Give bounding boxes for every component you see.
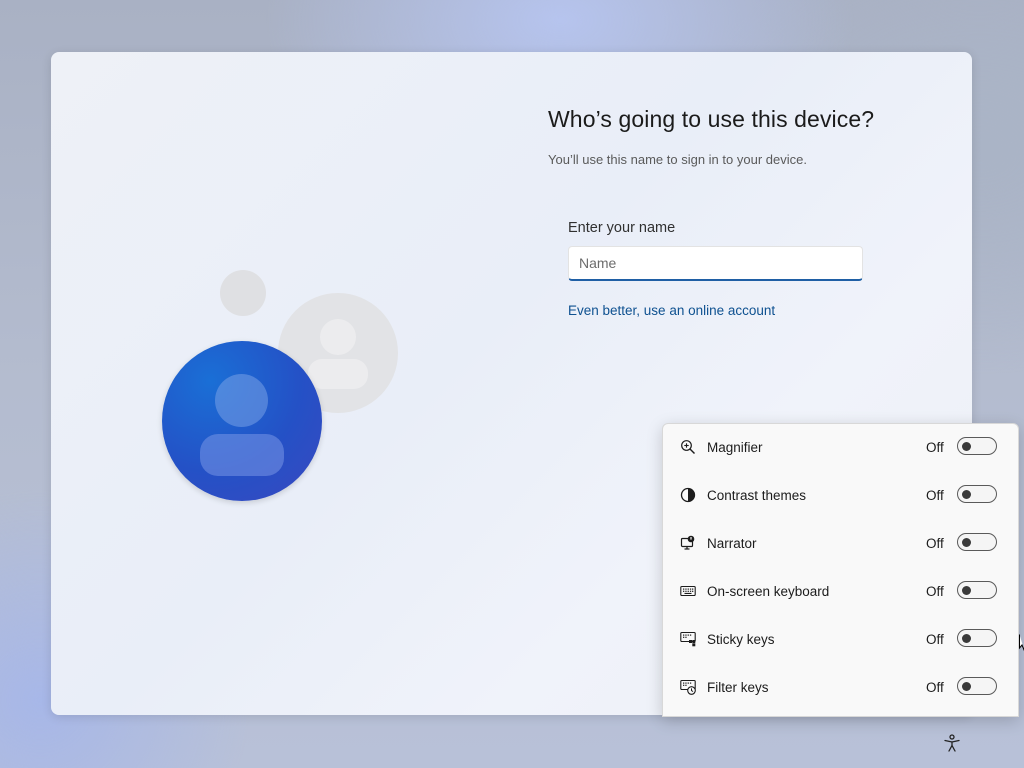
- flyout-item-filter-keys[interactable]: Filter keys Off: [663, 664, 1020, 712]
- page-subtitle: You’ll use this name to sign in to your …: [548, 152, 807, 167]
- toggle-knob: [962, 441, 971, 451]
- flyout-item-label: Narrator: [707, 536, 757, 551]
- magnifier-toggle[interactable]: [957, 437, 997, 455]
- toggle-knob: [962, 537, 971, 547]
- avatar-head: [320, 319, 356, 355]
- sticky-keys-toggle[interactable]: [957, 629, 997, 647]
- avatar-body: [308, 359, 368, 389]
- toggle-state-text: Off: [926, 488, 944, 503]
- flyout-item-label: Contrast themes: [707, 488, 807, 503]
- mouse-cursor: [1019, 634, 1024, 652]
- toggle-state-text: Off: [926, 632, 944, 647]
- flyout-item-label: Magnifier: [707, 440, 763, 455]
- flyout-item-sticky-keys[interactable]: Sticky keys Off: [663, 616, 1020, 664]
- narrator-toggle[interactable]: [957, 533, 997, 551]
- name-input[interactable]: [568, 246, 863, 281]
- filter-keys-icon: [679, 678, 697, 696]
- contrast-icon: [679, 486, 697, 504]
- toggle-state-text: Off: [926, 440, 944, 455]
- toggle-knob: [962, 681, 971, 691]
- toggle-knob: [962, 633, 971, 643]
- flyout-item-label: Sticky keys: [707, 632, 775, 647]
- filter-keys-toggle[interactable]: [957, 677, 997, 695]
- flyout-item-on-screen-keyboard[interactable]: On-screen keyboard Off: [663, 568, 1020, 616]
- accessibility-flyout: Magnifier Off Contrast themes Off Narrat…: [662, 423, 1019, 717]
- flyout-item-magnifier[interactable]: Magnifier Off: [663, 424, 1020, 472]
- toggle-state-text: Off: [926, 680, 944, 695]
- primary-user-avatar: [162, 341, 322, 501]
- toggle-state-text: Off: [926, 584, 944, 599]
- avatar-head: [215, 374, 268, 427]
- contrast-themes-toggle[interactable]: [957, 485, 997, 503]
- page-title: Who’s going to use this device?: [548, 106, 875, 132]
- toggle-state-text: Off: [926, 536, 944, 551]
- secondary-user-avatar: [278, 293, 398, 413]
- magnifier-icon: [679, 438, 697, 456]
- on-screen-keyboard-toggle[interactable]: [957, 581, 997, 599]
- flyout-item-label: On-screen keyboard: [707, 584, 830, 599]
- narrator-icon: [679, 534, 697, 552]
- name-field-label: Enter your name: [568, 220, 676, 236]
- flyout-item-contrast-themes[interactable]: Contrast themes Off: [663, 472, 1020, 520]
- toggle-knob: [962, 489, 971, 499]
- online-account-link[interactable]: Even better, use an online account: [568, 303, 775, 318]
- flyout-item-narrator[interactable]: Narrator Off: [663, 520, 1020, 568]
- flyout-item-label: Filter keys: [707, 680, 769, 695]
- toggle-knob: [962, 585, 971, 595]
- decorative-dot: [220, 270, 266, 316]
- sticky-keys-icon: [679, 630, 697, 648]
- avatar-body: [200, 434, 284, 476]
- accessibility-button[interactable]: [940, 733, 964, 757]
- keyboard-icon: [679, 582, 697, 600]
- accessibility-icon: [942, 733, 962, 758]
